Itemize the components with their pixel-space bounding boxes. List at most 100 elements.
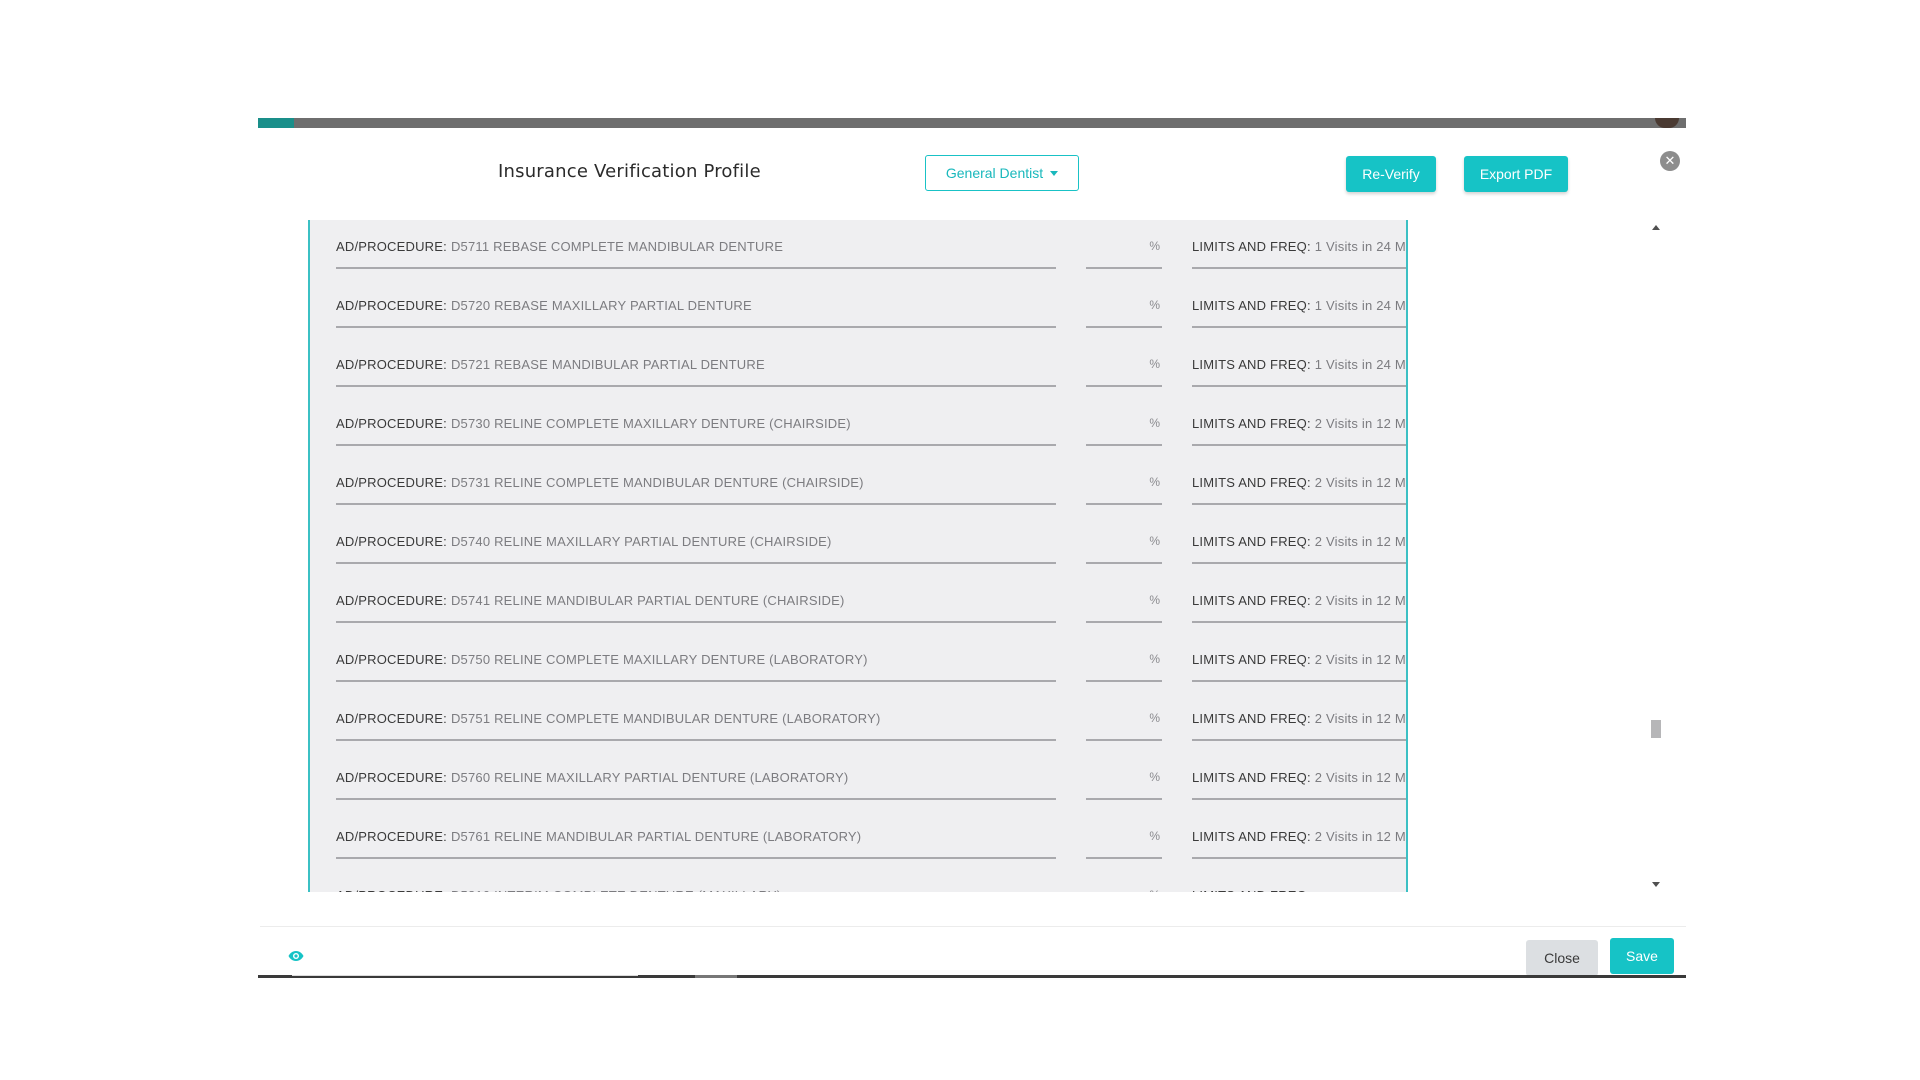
limits-value: 2 Visits in 12 Month (1314, 533, 1406, 549)
limits-label: LIMITS AND FREQ: (1192, 238, 1311, 254)
procedure-field[interactable]: AD/PROCEDURE: D5750 RELINE COMPLETE MAXIL… (336, 638, 1056, 682)
limits-field[interactable]: LIMITS AND FREQ:2 Visits in 12 Month (1192, 520, 1406, 564)
procedure-list[interactable]: AD/PROCEDURE: D5711 REBASE COMPLETE MANDI… (308, 220, 1408, 892)
procedure-row: AD/PROCEDURE: D5730 RELINE COMPLETE MAXIL… (336, 402, 1406, 446)
save-button[interactable]: Save (1610, 938, 1674, 974)
procedure-row: AD/PROCEDURE: D5711 REBASE COMPLETE MANDI… (336, 225, 1406, 269)
chevron-down-icon (1050, 171, 1059, 176)
procedure-value: D5720 REBASE MAXILLARY PARTIAL DENTURE (450, 297, 752, 313)
procedure-row: AD/PROCEDURE: D5741 RELINE MANDIBULAR PAR… (336, 579, 1406, 623)
limits-field[interactable]: LIMITS AND FREQ:2 Visits in 12 Month (1192, 461, 1406, 505)
limits-field[interactable]: LIMITS AND FREQ:1 Visits in 24 Month (1192, 225, 1406, 269)
limits-label: LIMITS AND FREQ: (1192, 474, 1311, 490)
procedure-field[interactable]: AD/PROCEDURE: D5731 RELINE COMPLETE MANDI… (336, 461, 1056, 505)
limits-value: 2 Visits in 12 Month (1314, 592, 1406, 608)
limits-field[interactable]: LIMITS AND FREQ:2 Visits in 12 Month (1192, 579, 1406, 623)
limits-field[interactable]: LIMITS AND FREQ:2 Visits in 12 Month (1192, 815, 1406, 859)
limits-field[interactable]: LIMITS AND FREQ:2 Visits in 12 Month (1192, 402, 1406, 446)
procedure-row: AD/PROCEDURE: D5751 RELINE COMPLETE MANDI… (336, 697, 1406, 741)
procedure-row: AD/PROCEDURE: D5761 RELINE MANDIBULAR PAR… (336, 815, 1406, 859)
provider-dropdown[interactable]: General Dentist (925, 155, 1079, 191)
close-button[interactable]: Close (1526, 940, 1598, 976)
procedure-row: AD/PROCEDURE: D5810 INTERIM COMPLETE DENT… (336, 874, 1406, 893)
percent-field[interactable]: % (1086, 461, 1162, 505)
percent-field[interactable]: % (1086, 638, 1162, 682)
bottom-strip-segment (695, 975, 737, 978)
scroll-thumb[interactable] (1651, 720, 1661, 738)
limits-value: 2 Visits in 12 Month (1314, 474, 1406, 490)
procedure-field[interactable]: AD/PROCEDURE: D5810 INTERIM COMPLETE DENT… (336, 874, 1056, 893)
procedure-value: D5711 REBASE COMPLETE MANDIBULAR DENTURE (450, 238, 784, 254)
limits-label: LIMITS AND FREQ: (1192, 356, 1311, 372)
limits-value: 2 Visits in 12 Month (1314, 828, 1406, 844)
limits-field[interactable]: LIMITS AND FREQ: (1192, 874, 1406, 893)
limits-value: 2 Visits in 12 Month (1314, 769, 1406, 785)
footer-divider (260, 926, 1686, 927)
limits-value: 2 Visits in 12 Month (1314, 710, 1406, 726)
bottom-strip-input (292, 975, 638, 976)
procedure-label: AD/PROCEDURE: (336, 651, 447, 667)
limits-label: LIMITS AND FREQ: (1192, 592, 1311, 608)
procedure-field[interactable]: AD/PROCEDURE: D5740 RELINE MAXILLARY PART… (336, 520, 1056, 564)
procedure-field[interactable]: AD/PROCEDURE: D5751 RELINE COMPLETE MANDI… (336, 697, 1056, 741)
procedure-label: AD/PROCEDURE: (336, 592, 447, 608)
percent-field[interactable]: % (1086, 815, 1162, 859)
limits-field[interactable]: LIMITS AND FREQ:1 Visits in 24 Month (1192, 343, 1406, 387)
procedure-value: D5751 RELINE COMPLETE MANDIBULAR DENTURE… (450, 710, 881, 726)
percent-field[interactable]: % (1086, 579, 1162, 623)
percent-sign: % (1149, 593, 1160, 607)
limits-value: 2 Visits in 12 Month (1314, 415, 1406, 431)
procedure-label: AD/PROCEDURE: (336, 769, 447, 785)
limits-label: LIMITS AND FREQ: (1192, 415, 1311, 431)
modal-header: Insurance Verification Profile General D… (258, 128, 1686, 220)
procedure-field[interactable]: AD/PROCEDURE: D5730 RELINE COMPLETE MAXIL… (336, 402, 1056, 446)
procedure-value: D5750 RELINE COMPLETE MAXILLARY DENTURE … (450, 651, 868, 667)
modal-title: Insurance Verification Profile (498, 161, 761, 182)
reverify-button[interactable]: Re-Verify (1346, 156, 1436, 192)
provider-dropdown-label: General Dentist (945, 165, 1044, 181)
percent-field[interactable]: % (1086, 402, 1162, 446)
procedure-value: D5731 RELINE COMPLETE MANDIBULAR DENTURE… (450, 474, 864, 490)
procedure-label: AD/PROCEDURE: (336, 297, 447, 313)
procedure-value: D5761 RELINE MANDIBULAR PARTIAL DENTURE … (450, 828, 862, 844)
limits-field[interactable]: LIMITS AND FREQ:1 Visits in 24 Month (1192, 284, 1406, 328)
close-icon[interactable]: ✕ (1660, 151, 1680, 171)
procedure-label: AD/PROCEDURE: (336, 356, 447, 372)
percent-field[interactable]: % (1086, 225, 1162, 269)
percent-field[interactable]: % (1086, 343, 1162, 387)
percent-field[interactable]: % (1086, 520, 1162, 564)
scroll-up-icon[interactable] (1652, 225, 1660, 230)
procedure-label: AD/PROCEDURE: (336, 238, 447, 254)
procedure-field[interactable]: AD/PROCEDURE: D5711 REBASE COMPLETE MANDI… (336, 225, 1056, 269)
procedure-field[interactable]: AD/PROCEDURE: D5721 REBASE MANDIBULAR PAR… (336, 343, 1056, 387)
limits-value: 1 Visits in 24 Month (1314, 356, 1406, 372)
scroll-down-icon[interactable] (1652, 882, 1660, 887)
limits-field[interactable]: LIMITS AND FREQ:2 Visits in 12 Month (1192, 638, 1406, 682)
procedure-field[interactable]: AD/PROCEDURE: D5720 REBASE MAXILLARY PART… (336, 284, 1056, 328)
procedure-field[interactable]: AD/PROCEDURE: D5741 RELINE MANDIBULAR PAR… (336, 579, 1056, 623)
limits-label: LIMITS AND FREQ: (1192, 297, 1311, 313)
percent-sign: % (1149, 298, 1160, 312)
limits-value: 2 Visits in 12 Month (1314, 651, 1406, 667)
procedure-row: AD/PROCEDURE: D5720 REBASE MAXILLARY PART… (336, 284, 1406, 328)
procedure-label: AD/PROCEDURE: (336, 415, 447, 431)
percent-field[interactable]: % (1086, 697, 1162, 741)
procedure-row: AD/PROCEDURE: D5760 RELINE MAXILLARY PART… (336, 756, 1406, 800)
limits-label: LIMITS AND FREQ: (1192, 888, 1311, 893)
scrollbar[interactable] (1650, 220, 1662, 892)
limits-field[interactable]: LIMITS AND FREQ:2 Visits in 12 Month (1192, 697, 1406, 741)
export-pdf-button[interactable]: Export PDF (1464, 156, 1568, 192)
percent-sign: % (1149, 652, 1160, 666)
percent-field[interactable]: % (1086, 284, 1162, 328)
background-logo (258, 118, 294, 128)
percent-field[interactable]: % (1086, 756, 1162, 800)
percent-field[interactable]: % (1086, 874, 1162, 892)
limits-label: LIMITS AND FREQ: (1192, 651, 1311, 667)
procedure-label: AD/PROCEDURE: (336, 474, 447, 490)
procedure-field[interactable]: AD/PROCEDURE: D5760 RELINE MAXILLARY PART… (336, 756, 1056, 800)
limits-value: 1 Visits in 24 Month (1314, 238, 1406, 254)
background-app-header (258, 118, 1686, 128)
eye-icon[interactable] (288, 950, 304, 962)
limits-field[interactable]: LIMITS AND FREQ:2 Visits in 12 Month (1192, 756, 1406, 800)
procedure-field[interactable]: AD/PROCEDURE: D5761 RELINE MANDIBULAR PAR… (336, 815, 1056, 859)
